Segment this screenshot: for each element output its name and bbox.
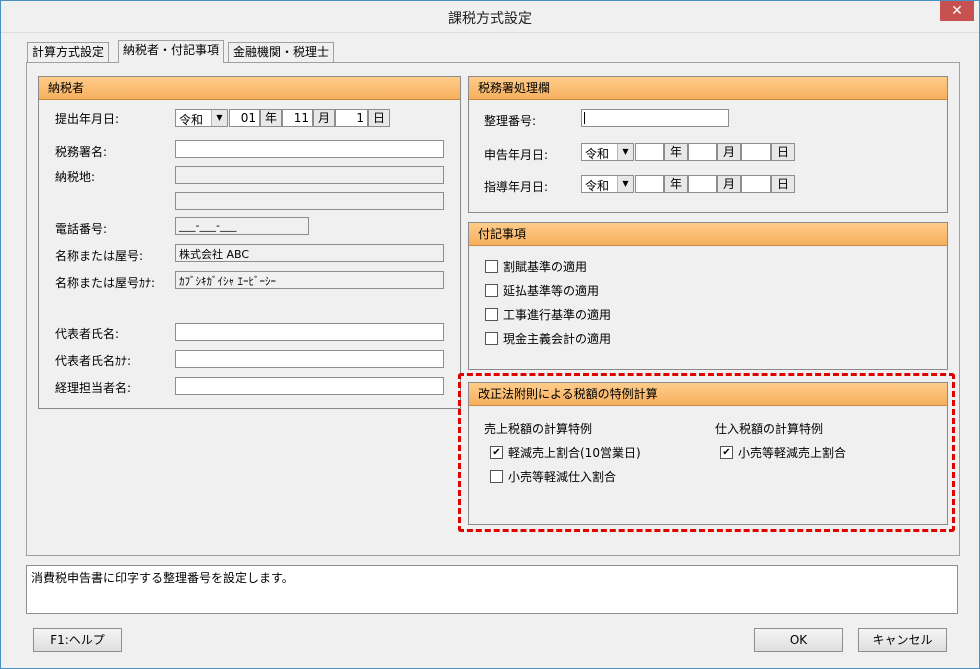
guidance-era-select[interactable]: 令和 ▼ — [581, 175, 634, 193]
guidance-date-label: 指導年月日: — [484, 180, 549, 194]
help-button[interactable]: F1:ヘルプ — [33, 628, 122, 652]
deferred-payment-checkbox[interactable] — [485, 284, 498, 297]
installment-label: 割賦基準の適用 — [503, 260, 588, 274]
tax-office-label: 税務署名: — [55, 145, 108, 159]
address-line2-field[interactable] — [175, 192, 444, 210]
cash-basis-label: 現金主義会計の適用 — [503, 332, 612, 346]
installment-checkbox[interactable] — [485, 260, 498, 273]
guidance-day-input[interactable] — [741, 175, 771, 193]
tab-calc-method[interactable]: 計算方式設定 — [27, 42, 110, 62]
report-month-input[interactable] — [688, 143, 717, 161]
submit-date-label: 提出年月日: — [55, 112, 120, 126]
rep-name-label: 代表者氏名: — [55, 327, 120, 341]
accountant-input[interactable] — [175, 377, 444, 395]
submit-year-input[interactable]: 01 — [229, 109, 260, 127]
report-era-value: 令和 — [585, 147, 610, 161]
company-name-label: 名称または屋号: — [55, 249, 144, 263]
guidance-month-input[interactable] — [688, 175, 717, 193]
address-label: 納税地: — [55, 170, 96, 184]
chevron-down-icon: ▼ — [617, 144, 633, 160]
guidance-month-unit: 月 — [717, 175, 741, 193]
submit-era-value: 令和 — [179, 113, 204, 127]
ref-no-label: 整理番号: — [484, 114, 537, 128]
report-era-select[interactable]: 令和 ▼ — [581, 143, 634, 161]
window-title: 課税方式設定 — [448, 11, 532, 27]
submit-era-select[interactable]: 令和 ▼ — [175, 109, 228, 127]
tax-office-header: 税務署処理欄 — [469, 77, 947, 100]
year-unit: 年 — [260, 109, 282, 127]
submit-month-input[interactable]: 11 — [282, 109, 313, 127]
company-kana-value: ｶﾌﾞｼｷｶﾞｲｼｬ ｴｰﾋﾞｰｼｰ — [179, 275, 276, 288]
company-name-value: 株式会社 ABC — [179, 248, 250, 261]
tax-office-input[interactable] — [175, 140, 444, 158]
report-month-unit: 月 — [717, 143, 741, 161]
close-icon[interactable]: ✕ — [940, 1, 974, 21]
ok-button[interactable]: OK — [754, 628, 843, 652]
report-year-unit: 年 — [664, 143, 688, 161]
report-date-label: 申告年月日: — [484, 148, 549, 162]
phone-label: 電話番号: — [55, 222, 108, 236]
text-cursor — [584, 112, 585, 124]
chevron-down-icon: ▼ — [211, 110, 227, 126]
rep-kana-label: 代表者氏名ｶﾅ: — [55, 354, 132, 368]
submit-day-input[interactable]: 1 — [335, 109, 368, 127]
company-name-field[interactable]: 株式会社 ABC — [175, 244, 444, 262]
status-message-box: 消費税申告書に印字する整理番号を設定します。 — [26, 565, 958, 614]
percentage-completion-label: 工事進行基準の適用 — [503, 308, 612, 322]
highlight-outline — [458, 373, 955, 532]
tab-bank-accountant[interactable]: 金融機関・税理士 — [228, 42, 335, 62]
chevron-down-icon: ▼ — [617, 176, 633, 192]
percentage-completion-checkbox[interactable] — [485, 308, 498, 321]
report-day-unit: 日 — [771, 143, 795, 161]
report-year-input[interactable] — [635, 143, 664, 161]
dialog-window: 課税方式設定 ✕ 計算方式設定 納税者・付記事項 金融機関・税理士 納税者 提出… — [0, 0, 980, 669]
company-kana-field[interactable]: ｶﾌﾞｼｷｶﾞｲｼｬ ｴｰﾋﾞｰｼｰ — [175, 271, 444, 289]
taxpayer-header: 納税者 — [39, 77, 460, 100]
notes-header: 付記事項 — [469, 223, 947, 246]
guidance-era-value: 令和 — [585, 179, 610, 193]
company-kana-label: 名称または屋号ｶﾅ: — [55, 276, 156, 290]
tab-taxpayer[interactable]: 納税者・付記事項 — [118, 40, 225, 63]
phone-value: ___-___-___ — [179, 219, 237, 232]
cancel-button[interactable]: キャンセル — [858, 628, 947, 652]
month-unit: 月 — [313, 109, 335, 127]
phone-field[interactable]: ___-___-___ — [175, 217, 309, 235]
cash-basis-checkbox[interactable] — [485, 332, 498, 345]
guidance-year-input[interactable] — [635, 175, 664, 193]
day-unit: 日 — [368, 109, 390, 127]
ref-no-input[interactable] — [581, 109, 729, 127]
rep-kana-input[interactable] — [175, 350, 444, 368]
title-bar: 課税方式設定 ✕ — [1, 1, 979, 33]
status-message: 消費税申告書に印字する整理番号を設定します。 — [31, 571, 294, 585]
address-line1-field[interactable] — [175, 166, 444, 184]
guidance-year-unit: 年 — [664, 175, 688, 193]
rep-name-input[interactable] — [175, 323, 444, 341]
accountant-label: 経理担当者名: — [55, 381, 132, 395]
report-day-input[interactable] — [741, 143, 771, 161]
guidance-day-unit: 日 — [771, 175, 795, 193]
deferred-payment-label: 延払基準等の適用 — [503, 284, 600, 298]
